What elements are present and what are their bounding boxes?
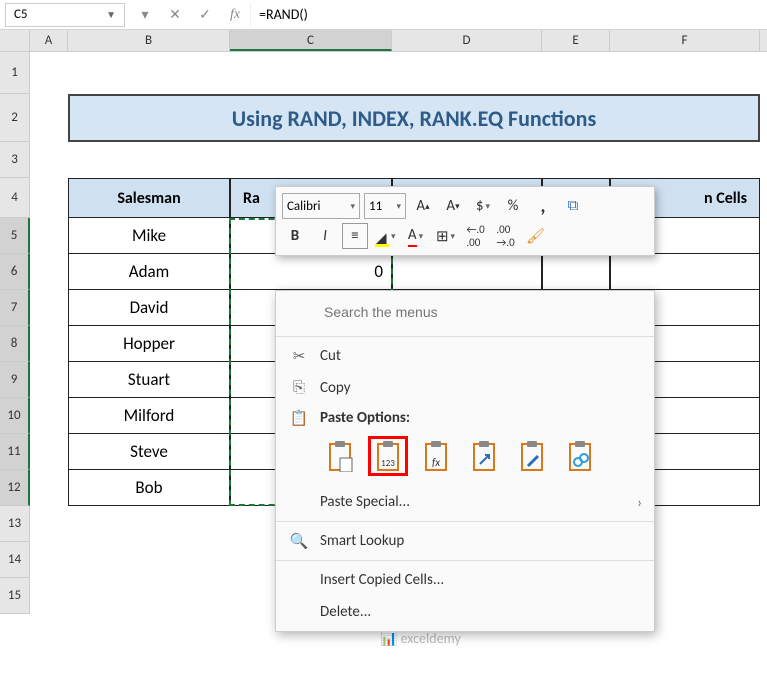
svg-text:fx: fx [432,456,440,469]
name-box-value: C5 [14,7,28,22]
select-all-corner[interactable] [0,30,30,51]
header-salesman[interactable]: Salesman [68,178,230,218]
comma-icon[interactable]: , [530,193,556,219]
font-size-selector[interactable]: 11▾ [364,193,406,219]
row-header-11[interactable]: 11 [0,434,30,470]
context-menu: ✂ Cut ⎘ Copy 📋 Paste Options: 123 fx Pas… [275,290,655,632]
name-box[interactable]: C5 ▼ [5,3,125,27]
format-painter-icon[interactable]: 🖌 [523,223,549,249]
col-header-D[interactable]: D [392,30,542,51]
row-header-13[interactable]: 13 [0,506,30,542]
col-header-F[interactable]: F [610,30,760,51]
delete-menu-item[interactable]: Delete... [276,596,654,628]
increase-decimal-icon[interactable]: ←.0.00 [463,223,489,249]
paste-transpose-icon[interactable] [464,436,504,476]
decrease-decimal-icon[interactable]: .00→.0 [493,223,519,249]
paste-formulas-icon[interactable]: fx [416,436,456,476]
row-header-5[interactable]: 5 [0,218,30,254]
mini-toolbar: Calibri▾ 11▾ A▴ A▾ $▾ % , ⧉ B I ≡ ◢▾ A▾ … [275,186,655,256]
cell-d6[interactable] [392,254,542,290]
copy-icon: ⎘ [286,379,312,397]
cell-b7[interactable]: David [68,290,230,326]
table-row: Adam 0 [68,254,760,290]
cell-b8[interactable]: Hopper [68,326,230,362]
accept-formula-icon[interactable]: ✓ [192,3,218,27]
percent-icon[interactable]: % [500,193,526,219]
formula-input[interactable]: =RAND() [250,3,767,26]
copy-label: Copy [320,379,642,397]
font-color-icon[interactable]: A▾ [403,223,429,249]
svg-text:123: 123 [381,458,395,469]
row-header-9[interactable]: 9 [0,362,30,398]
scissors-icon: ✂ [286,347,312,366]
bold-button[interactable]: B [282,223,308,249]
cell-c6[interactable]: 0 [230,254,392,290]
increase-font-icon[interactable]: A▴ [410,193,436,219]
cell-b5[interactable]: Mike [68,218,230,254]
row-header-3[interactable]: 3 [0,142,30,178]
row-header-4[interactable]: 4 [0,178,30,218]
cut-label: Cut [320,347,642,365]
cell-b6[interactable]: Adam [68,254,230,290]
paste-heading-label: Paste Options: [320,409,642,427]
fx-icon[interactable]: fx [222,3,248,27]
merge-icon[interactable]: ⧉ [560,193,586,219]
insert-copied-menu-item[interactable]: Insert Copied Cells... [276,564,654,596]
col-header-A[interactable]: A [30,30,68,51]
delete-label: Delete... [320,603,642,621]
col-header-E[interactable]: E [542,30,610,51]
currency-icon[interactable]: $▾ [470,193,496,219]
cut-menu-item[interactable]: ✂ Cut [276,340,654,372]
insert-copied-label: Insert Copied Cells... [320,571,642,589]
font-selector[interactable]: Calibri▾ [282,193,360,219]
row-header-15[interactable]: 15 [0,578,30,614]
title-banner: Using RAND, INDEX, RANK.EQ Functions [68,94,760,142]
search-icon: 🔍 [286,532,312,551]
row-header-14[interactable]: 14 [0,542,30,578]
fill-color-icon[interactable]: ◢▾ [372,223,399,249]
paste-options-row: 123 fx [276,432,654,486]
decrease-font-icon[interactable]: A▾ [440,193,466,219]
row-header-1[interactable]: 1 [0,52,30,94]
cell-e6[interactable] [542,254,610,290]
paste-options-heading: 📋 Paste Options: [276,404,654,432]
row-header-12[interactable]: 12 [0,470,30,506]
italic-button[interactable]: I [312,223,338,249]
smart-lookup-menu-item[interactable]: 🔍 Smart Lookup [276,525,654,557]
paste-link-icon[interactable] [560,436,600,476]
row-header-8[interactable]: 8 [0,326,30,362]
paste-special-menu-item[interactable]: Paste Special... › [276,486,654,518]
paste-special-label: Paste Special... [320,493,637,511]
cell-b10[interactable]: Milford [68,398,230,434]
borders-icon[interactable]: ⊞▾ [433,223,459,249]
menu-search-input[interactable] [316,299,596,325]
row-header-2[interactable]: 2 [0,94,30,142]
paste-formatting-icon[interactable] [512,436,552,476]
column-headers: A B C D E F [0,30,767,52]
row-headers: 1 2 3 4 5 6 7 8 9 10 11 12 13 14 15 [0,52,30,614]
col-header-C[interactable]: C [230,30,392,51]
cell-b12[interactable]: Bob [68,470,230,506]
cancel-formula-icon[interactable]: ✕ [162,3,188,27]
row-header-7[interactable]: 7 [0,290,30,326]
align-icon[interactable]: ≡ [342,223,368,249]
chevron-down-icon[interactable]: ▼ [106,8,116,21]
cell-b9[interactable]: Stuart [68,362,230,398]
watermark: 📊 exceldemy [380,630,461,647]
chevron-right-icon: › [637,494,642,511]
paste-values-icon[interactable]: 123 [368,436,408,476]
row-header-10[interactable]: 10 [0,398,30,434]
cell-b11[interactable]: Steve [68,434,230,470]
copy-menu-item[interactable]: ⎘ Copy [276,372,654,404]
col-header-B[interactable]: B [68,30,230,51]
smart-lookup-label: Smart Lookup [320,532,642,550]
dropdown-icon[interactable]: ▾ [132,3,158,27]
formula-bar: C5 ▼ ▾ ✕ ✓ fx =RAND() [0,0,767,30]
clipboard-icon: 📋 [286,409,312,428]
cell-f6[interactable] [610,254,760,290]
row-header-6[interactable]: 6 [0,254,30,290]
paste-all-icon[interactable] [320,436,360,476]
